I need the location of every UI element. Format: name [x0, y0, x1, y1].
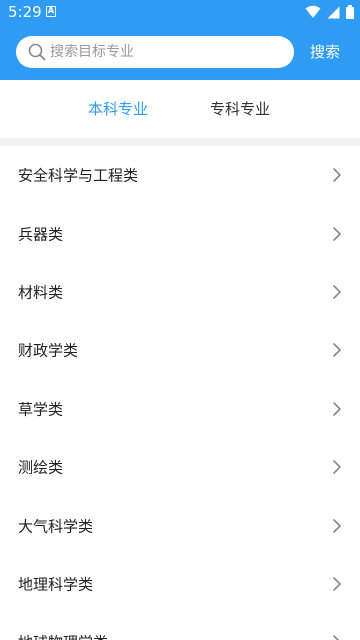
search-input[interactable]: [50, 36, 280, 68]
list-item[interactable]: 大气科学类: [0, 496, 360, 555]
chevron-right-icon: [333, 226, 341, 241]
search-icon: [28, 43, 46, 61]
list-item-label: 地理科学类: [18, 575, 94, 594]
list-item[interactable]: 材料类: [0, 262, 360, 322]
tab-vocational[interactable]: 专科专业: [210, 99, 270, 119]
status-time: 5:29: [8, 3, 42, 21]
chevron-right-icon: [333, 460, 341, 474]
list-item-label: 安全科学与工程类: [18, 166, 139, 185]
tab-undergraduate[interactable]: 本科专业: [88, 99, 148, 119]
list-item[interactable]: 地球物理学类: [0, 613, 360, 640]
list-item-label: 财政学类: [18, 341, 79, 360]
list-item-label: 大气科学类: [18, 517, 94, 536]
app-header: 5:29 A 搜索: [0, 0, 360, 80]
status-bar: 5:29 A: [0, 0, 360, 24]
list-item[interactable]: 地理科学类: [0, 554, 360, 614]
degree-tabs: 本科专业 专科专业: [0, 80, 360, 138]
cellular-icon: [327, 6, 340, 18]
list-item[interactable]: 草学类: [0, 379, 360, 438]
chevron-right-icon: [333, 285, 341, 299]
list-item-label: 草学类: [18, 400, 64, 419]
list-item[interactable]: 测绘类: [0, 437, 360, 497]
list-item[interactable]: 财政学类: [0, 321, 360, 380]
chevron-right-icon: [333, 168, 341, 182]
wifi-icon: [305, 5, 321, 18]
battery-icon: [346, 5, 354, 19]
list-item[interactable]: 安全科学与工程类: [0, 146, 360, 205]
list-item-label: 兵器类: [18, 225, 64, 244]
chevron-right-icon: [333, 518, 341, 533]
list-item-label: 材料类: [18, 283, 64, 302]
status-icons: [305, 5, 354, 19]
chevron-right-icon: [333, 635, 339, 640]
search-box[interactable]: [16, 36, 294, 68]
divider: [0, 138, 360, 146]
category-list: 安全科学与工程类 兵器类 材料类 财政学类 草学类 测绘类 大气科学类 地理科学…: [0, 146, 360, 640]
chevron-right-icon: [333, 401, 341, 416]
list-item-label: 测绘类: [18, 458, 64, 477]
chevron-right-icon: [333, 343, 341, 358]
chevron-right-icon: [333, 577, 341, 591]
search-button[interactable]: 搜索: [300, 36, 350, 68]
notification-icon: A: [46, 6, 56, 17]
list-item-label: 地球物理学类: [18, 632, 108, 640]
list-item[interactable]: 兵器类: [0, 204, 360, 263]
